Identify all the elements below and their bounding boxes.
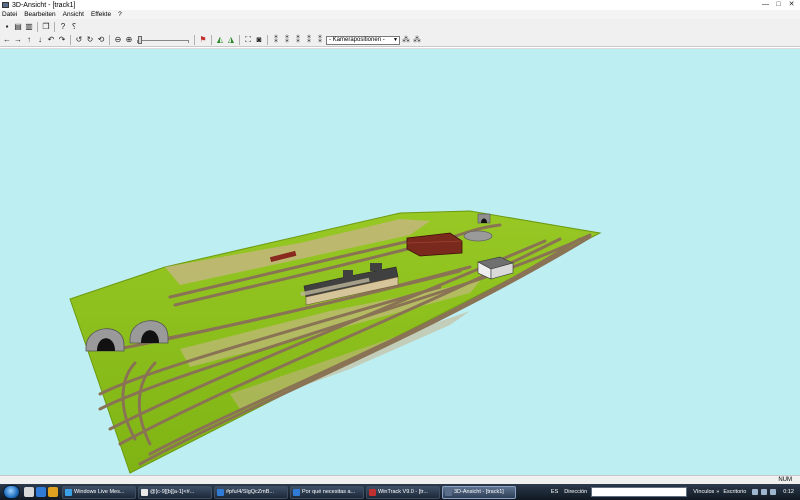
language-indicator[interactable]: ES: [551, 489, 558, 495]
window-titlebar: 3D-Ansicht - [track1] — □ ✕: [0, 0, 800, 10]
browser-icon: [293, 488, 300, 496]
num-lock-indicator: NUM: [778, 477, 792, 483]
context-help-icon[interactable]: ⸮: [69, 22, 79, 32]
menu-ansicht[interactable]: Ansicht: [63, 11, 84, 18]
minimize-button[interactable]: —: [761, 1, 770, 9]
quicklaunch-folder-icon[interactable]: [48, 487, 58, 497]
slider-thumb[interactable]: [138, 36, 142, 44]
menu-effekte[interactable]: Effekte: [91, 11, 111, 18]
print-icon[interactable]: ▤: [13, 22, 23, 32]
toolbar-separator: [54, 22, 55, 32]
orbit-icon[interactable]: ⟲: [96, 35, 106, 45]
menu-bar: Datei Bearbeiten Ansicht Effekte ?: [0, 10, 800, 19]
arrow-right-icon[interactable]: →: [13, 35, 23, 45]
toolbar-separator: [211, 35, 212, 45]
rotate-right-icon[interactable]: ↷: [57, 35, 67, 45]
window-title: 3D-Ansicht - [track1]: [12, 1, 76, 9]
toolbar-separator: [109, 35, 110, 45]
rotate-left-icon[interactable]: ↶: [46, 35, 56, 45]
copy-icon[interactable]: ❐: [41, 22, 51, 32]
taskbar-item-active[interactable]: 3D-Ansicht - [track1]: [442, 485, 516, 499]
desktop-toolbar[interactable]: Escritorio: [723, 489, 746, 495]
camera-remove-icon[interactable]: ⁂: [412, 35, 422, 45]
camera-3-icon[interactable]: ⁑: [293, 35, 303, 45]
layout-3d-render: [69, 210, 602, 474]
toolbar-row-file: ▪ ▤ ▥ ❐ ? ⸮: [2, 21, 79, 33]
terrain-icon[interactable]: ◮: [226, 35, 236, 45]
taskbar-item[interactable]: WinTrack V9.0 - [tr...: [366, 485, 440, 499]
window-icon: [141, 488, 148, 496]
camera-4-icon[interactable]: ⁑: [304, 35, 314, 45]
taskbar-item[interactable]: #pfu/4/SlgQcZmB...: [214, 485, 288, 499]
tray-volume-icon[interactable]: [761, 489, 768, 495]
arrow-left-icon[interactable]: ←: [2, 35, 12, 45]
toolbar-separator: [194, 35, 195, 45]
taskbar-item[interactable]: Por qué necesitas a...: [290, 485, 364, 499]
tray-messenger-icon[interactable]: [770, 489, 777, 495]
tilt-down-icon[interactable]: ↻: [85, 35, 95, 45]
zoom-in-icon[interactable]: ⊕: [124, 35, 134, 45]
tunnel-portal-back: [477, 213, 491, 224]
help-icon[interactable]: ?: [58, 22, 68, 32]
clock[interactable]: 0:12: [783, 489, 794, 495]
arrow-down-icon[interactable]: ↓: [35, 35, 45, 45]
chevron-right-icon[interactable]: »: [716, 489, 719, 495]
maximize-button[interactable]: □: [774, 1, 783, 9]
3d-viewport[interactable]: [0, 48, 800, 475]
landscape-icon[interactable]: ◭: [215, 35, 225, 45]
3d-view-icon: [445, 488, 452, 496]
camera-position-select[interactable]: - Kamerapositionen - ▼: [326, 35, 400, 45]
print-preview-icon[interactable]: ▥: [24, 22, 34, 32]
speed-slider[interactable]: [137, 36, 189, 44]
toolbar: ▪ ▤ ▥ ❐ ? ⸮ ← → ↑ ↓ ↶ ↷ ↺ ↻ ⟲ ⊖ ⊕ ⚑ ◭ ◮ …: [0, 19, 800, 47]
tilt-up-icon[interactable]: ↺: [74, 35, 84, 45]
os-taskbar: Windows Live Mes... @[c-9][b][a-1]<#... …: [0, 484, 800, 500]
toolbar-separator: [70, 35, 71, 45]
address-input[interactable]: [591, 487, 688, 497]
browser-icon: [217, 488, 224, 496]
window-controls: — □ ✕: [761, 1, 796, 9]
close-button[interactable]: ✕: [787, 1, 796, 9]
system-tray: ES Dirección Vínculos » Escritorio 0:12: [547, 484, 800, 500]
menu-help[interactable]: ?: [118, 11, 122, 18]
camera-2-icon[interactable]: ⁑: [282, 35, 292, 45]
wintrack-icon: [369, 488, 376, 496]
quicklaunch-desktop-icon[interactable]: [24, 487, 34, 497]
chevron-down-icon: ▼: [393, 36, 398, 43]
taskbar-item[interactable]: @[c-9][b][a-1]<#...: [138, 485, 212, 499]
toolbar-separator: [239, 35, 240, 45]
toolbar-separator: [37, 22, 38, 32]
camera-position-value: - Kamerapositionen -: [329, 36, 385, 43]
save-icon[interactable]: ▪: [2, 22, 12, 32]
address-label: Dirección: [564, 489, 588, 495]
toolbar-row-view: ← → ↑ ↓ ↶ ↷ ↺ ↻ ⟲ ⊖ ⊕ ⚑ ◭ ◮ ⛶ ◙ ⁑ ⁑ ⁑ ⁑ …: [2, 34, 422, 46]
messenger-icon: [65, 488, 72, 496]
camera-icon[interactable]: ◙: [254, 35, 264, 45]
toolbar-separator: [267, 35, 268, 45]
slider-ticks: [137, 41, 189, 43]
camera-1-icon[interactable]: ⁑: [271, 35, 281, 45]
app-icon: [2, 2, 9, 8]
taskbar-item[interactable]: Windows Live Mes...: [62, 485, 136, 499]
menu-datei[interactable]: Datei: [2, 11, 17, 18]
fullscreen-icon[interactable]: ⛶: [243, 35, 253, 45]
start-button[interactable]: [3, 485, 20, 499]
camera-5-icon[interactable]: ⁑: [315, 35, 325, 45]
quicklaunch-ie-icon[interactable]: [36, 487, 46, 497]
turntable: [463, 230, 493, 242]
links-toolbar[interactable]: Vínculos: [693, 489, 714, 495]
zoom-out-icon[interactable]: ⊖: [113, 35, 123, 45]
tray-network-icon[interactable]: [752, 489, 759, 495]
camera-add-icon[interactable]: ⁂: [401, 35, 411, 45]
arrow-up-icon[interactable]: ↑: [24, 35, 34, 45]
train-icon[interactable]: ⚑: [198, 35, 208, 45]
status-bar: NUM: [0, 475, 800, 484]
menu-bearbeiten[interactable]: Bearbeiten: [24, 11, 55, 18]
